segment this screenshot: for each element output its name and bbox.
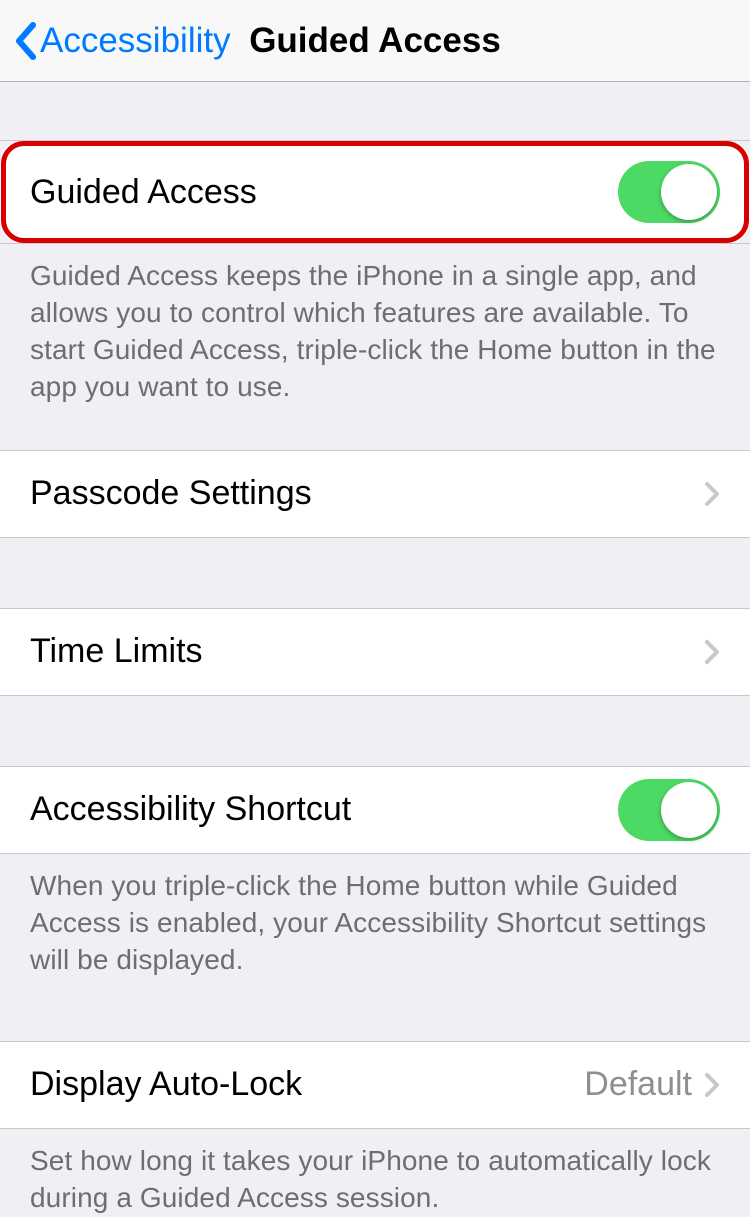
time-limits-label: Time Limits [30,632,203,671]
display-auto-lock-footer: Set how long it takes your iPhone to aut… [0,1129,750,1217]
chevron-right-icon [704,481,720,507]
section-spacer [0,538,750,608]
back-chevron-icon [14,22,36,60]
toggle-knob [661,164,717,220]
display-auto-lock-value: Default [584,1065,692,1104]
section-spacer [0,406,750,450]
guided-access-label: Guided Access [30,173,257,212]
section-spacer [0,696,750,766]
chevron-right-icon [704,1072,720,1098]
display-auto-lock-label: Display Auto-Lock [30,1065,302,1104]
back-label: Accessibility [40,21,231,61]
accessibility-shortcut-footer: When you triple-click the Home button wh… [0,854,750,979]
display-auto-lock-row[interactable]: Display Auto-Lock Default [0,1041,750,1129]
guided-access-row[interactable]: Guided Access [0,140,750,244]
accessibility-shortcut-toggle[interactable] [618,779,720,841]
passcode-settings-label: Passcode Settings [30,474,312,513]
chevron-right-icon [704,639,720,665]
guided-access-footer: Guided Access keeps the iPhone in a sing… [0,244,750,406]
section-spacer [0,979,750,1041]
page-title: Guided Access [249,21,501,61]
time-limits-row[interactable]: Time Limits [0,608,750,696]
toggle-knob [661,782,717,838]
accessibility-shortcut-row[interactable]: Accessibility Shortcut [0,766,750,854]
navigation-header: Accessibility Guided Access [0,0,750,82]
guided-access-toggle[interactable] [618,161,720,223]
section-spacer [0,82,750,140]
accessibility-shortcut-label: Accessibility Shortcut [30,790,351,829]
back-button[interactable]: Accessibility [14,21,231,61]
passcode-settings-row[interactable]: Passcode Settings [0,450,750,538]
